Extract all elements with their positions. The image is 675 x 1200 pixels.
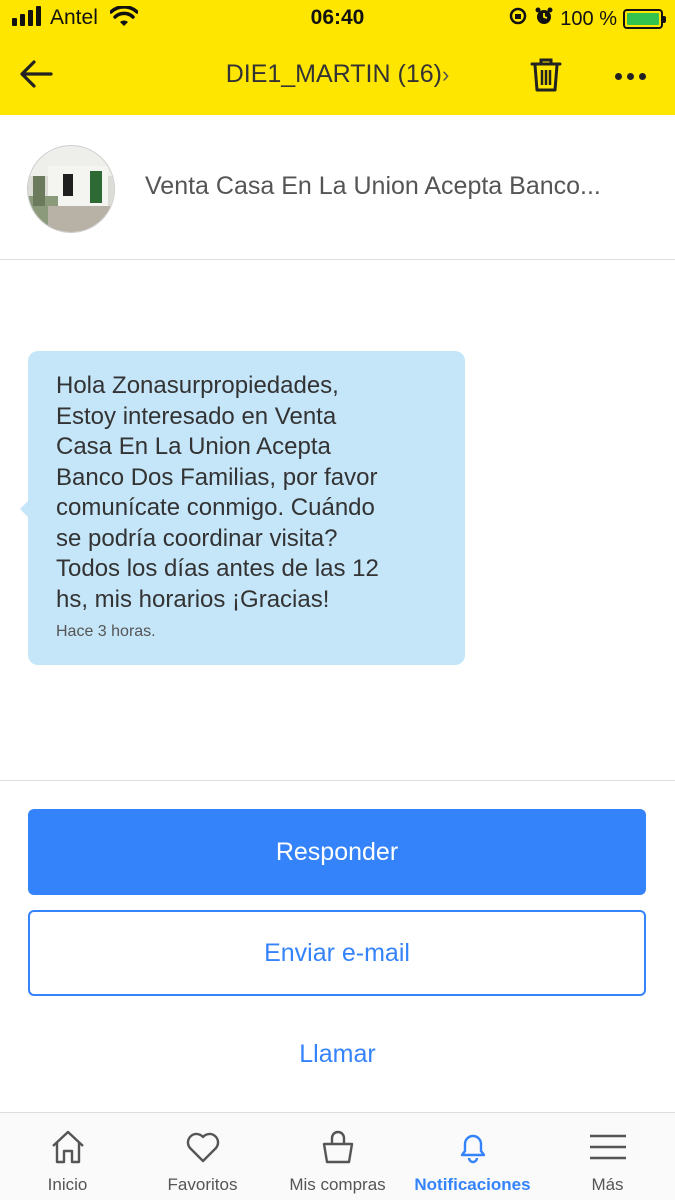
message-line: Casa En La Union Acepta [56, 433, 331, 460]
more-options-button[interactable] [608, 58, 652, 94]
shopping-bag-icon [322, 1130, 353, 1164]
alarm-icon [534, 6, 554, 32]
listing-title: Venta Casa En La Union Acepta Banco... [145, 172, 601, 200]
dot [614, 72, 622, 80]
home-icon [51, 1130, 84, 1164]
listing-header[interactable]: Venta Casa En La Union Acepta Banco... [0, 115, 675, 260]
tab-mas[interactable]: Más [540, 1113, 675, 1200]
message-line: comunícate conmigo. Cuándo [56, 494, 375, 521]
navigation-bar: DIE1_MARTIN (16)› [0, 38, 675, 115]
status-right: 100 % [508, 6, 666, 32]
status-bar: Antel 06:40 100 % [0, 0, 675, 38]
message-line: hs, mis horarios ¡Gracias! [56, 585, 330, 613]
battery-icon [623, 9, 666, 29]
message-line: Todos los días antes de las 12 [56, 555, 379, 582]
bell-icon [460, 1134, 485, 1164]
send-email-button[interactable]: Enviar e-mail [28, 910, 646, 996]
call-link[interactable]: Llamar [0, 1040, 675, 1069]
tab-inicio[interactable]: Inicio [0, 1113, 135, 1200]
message-bubble: Hola Zonasurpropiedades, Estoy interesad… [20, 351, 465, 665]
top-bar: Antel 06:40 100 % DIE1_MARTIN (16)› [0, 0, 675, 115]
message-timestamp: Hace 3 horas. [56, 623, 156, 640]
tab-label: Más [591, 1175, 624, 1194]
tab-label: Notificaciones [414, 1175, 531, 1194]
rotation-lock-icon [508, 6, 528, 32]
conversation-title: DIE1_MARTIN (16) [225, 60, 442, 88]
menu-icon [589, 1134, 626, 1160]
chevron-right-icon: › [441, 62, 450, 87]
tab-mis-compras[interactable]: Mis compras [270, 1113, 405, 1200]
tab-favoritos[interactable]: Favoritos [135, 1113, 270, 1200]
conversation-title-link[interactable]: DIE1_MARTIN (16)› [0, 60, 675, 89]
message-line: Estoy interesado en Venta [56, 402, 337, 430]
message-line: Banco Dos Familias, por favor [56, 463, 378, 491]
tab-label: Favoritos [167, 1175, 238, 1194]
reply-button[interactable]: Responder [28, 809, 646, 895]
listing-thumbnail [27, 145, 115, 233]
divider [0, 780, 675, 781]
tab-label: Mis compras [289, 1175, 386, 1194]
tab-bar: Inicio Favoritos Mis compras Notificacio… [0, 1112, 675, 1200]
message-line: se podría coordinar visita? [56, 524, 338, 552]
tab-label: Inicio [47, 1175, 88, 1194]
trash-icon [530, 58, 562, 92]
heart-icon [186, 1132, 219, 1163]
message-text: Hola Zonasurpropiedades, Estoy interesad… [56, 371, 437, 615]
delete-button[interactable] [526, 54, 566, 96]
message-line: Hola Zonasurpropiedades, [56, 372, 339, 399]
dot [626, 72, 634, 80]
tab-notificaciones[interactable]: Notificaciones [405, 1113, 540, 1200]
dot [638, 72, 646, 80]
battery-percent: 100 % [560, 7, 617, 30]
